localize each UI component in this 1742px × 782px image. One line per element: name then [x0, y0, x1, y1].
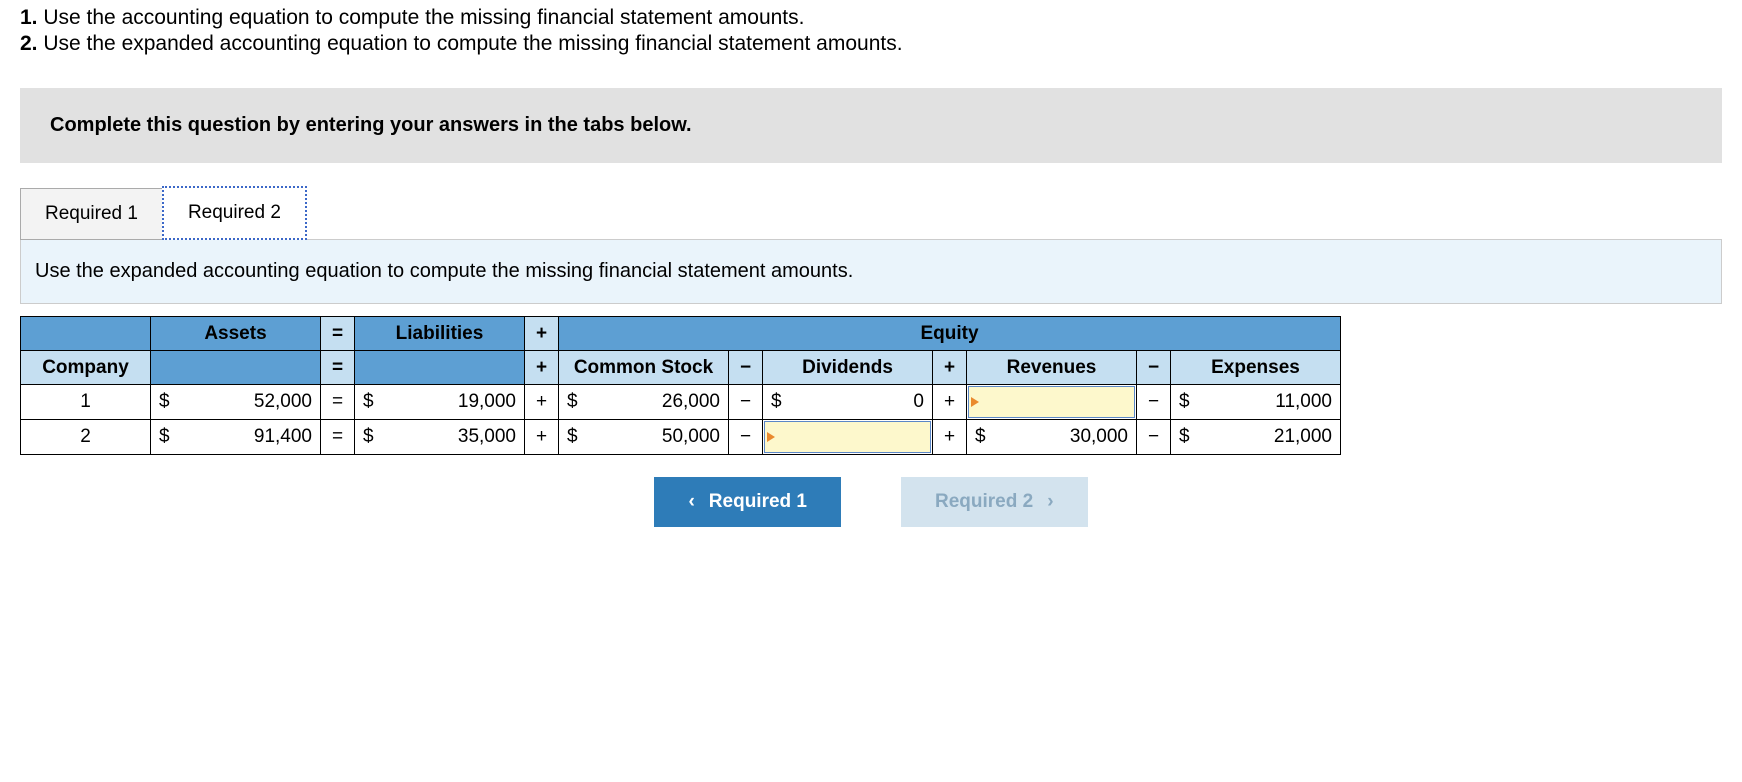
- cell-common-stock: $26,000: [559, 385, 729, 420]
- next-button[interactable]: Required 2 ›: [901, 477, 1088, 527]
- header-expenses: Expenses: [1171, 351, 1341, 385]
- cell-dividends: $0: [763, 385, 933, 420]
- panel-text: Use the expanded accounting equation to …: [35, 260, 853, 282]
- prev-button[interactable]: ‹ Required 1: [654, 477, 841, 527]
- instruction-box-text: Complete this question by entering your …: [50, 114, 692, 136]
- header-liabilities: Liabilities: [355, 317, 525, 351]
- instr-1: Use the accounting equation to compute t…: [43, 6, 804, 29]
- cell-minus: −: [729, 385, 763, 420]
- header-blank: [21, 317, 151, 351]
- cell-expenses: $11,000: [1171, 385, 1341, 420]
- cell-revenues: $30,000: [967, 420, 1137, 455]
- header-blank3: [355, 351, 525, 385]
- caret-icon: [971, 397, 979, 407]
- num-2: 2.: [20, 32, 38, 55]
- cell-company: 1: [21, 385, 151, 420]
- chevron-right-icon: ›: [1047, 491, 1053, 513]
- instr-2: Use the expanded accounting equation to …: [43, 32, 902, 55]
- table-row: 1 $52,000 = $19,000 + $26,000 − $0 + − $…: [21, 385, 1341, 420]
- op-eq2: =: [321, 351, 355, 385]
- table-row: 2 $91,400 = $35,000 + $50,000 − + $30,00…: [21, 420, 1341, 455]
- cell-eq: =: [321, 420, 355, 455]
- op-eq: =: [321, 317, 355, 351]
- cell-minus2: −: [1137, 420, 1171, 455]
- cell-minus2: −: [1137, 385, 1171, 420]
- op-minus2: −: [1137, 351, 1171, 385]
- caret-icon: [767, 432, 775, 442]
- op-plus3: +: [933, 351, 967, 385]
- cell-plus: +: [525, 420, 559, 455]
- num-1: 1.: [20, 6, 38, 29]
- tab-required-1[interactable]: Required 1: [20, 188, 163, 240]
- op-plus2: +: [525, 351, 559, 385]
- tab-panel: Use the expanded accounting equation to …: [20, 239, 1722, 304]
- tabs: Required 1 Required 2: [20, 185, 1722, 239]
- cell-plus: +: [525, 385, 559, 420]
- header-assets: Assets: [151, 317, 321, 351]
- header-company: Company: [21, 351, 151, 385]
- header-dividends: Dividends: [763, 351, 933, 385]
- instructions: 1. Use the accounting equation to comput…: [0, 0, 1742, 88]
- header-blank2: [151, 351, 321, 385]
- cell-assets: $91,400: [151, 420, 321, 455]
- cell-minus: −: [729, 420, 763, 455]
- input-dividends-2[interactable]: [763, 420, 933, 455]
- cell-liabilities: $35,000: [355, 420, 525, 455]
- header-revenues: Revenues: [967, 351, 1137, 385]
- op-minus: −: [729, 351, 763, 385]
- chevron-left-icon: ‹: [688, 491, 694, 513]
- cell-expenses: $21,000: [1171, 420, 1341, 455]
- equation-table: Assets = Liabilities + Equity Company = …: [20, 316, 1341, 455]
- prev-label: Required 1: [709, 491, 807, 513]
- tab-required-2[interactable]: Required 2: [162, 186, 307, 240]
- instruction-box: Complete this question by entering your …: [20, 88, 1722, 163]
- cell-plus2: +: [933, 385, 967, 420]
- cell-plus2: +: [933, 420, 967, 455]
- input-revenues-1[interactable]: [967, 385, 1137, 420]
- cell-assets: $52,000: [151, 385, 321, 420]
- next-label: Required 2: [935, 491, 1033, 513]
- header-common-stock: Common Stock: [559, 351, 729, 385]
- header-equity: Equity: [559, 317, 1341, 351]
- cell-eq: =: [321, 385, 355, 420]
- op-plus: +: [525, 317, 559, 351]
- nav-buttons: ‹ Required 1 Required 2 ›: [20, 477, 1722, 527]
- cell-company: 2: [21, 420, 151, 455]
- cell-liabilities: $19,000: [355, 385, 525, 420]
- cell-common-stock: $50,000: [559, 420, 729, 455]
